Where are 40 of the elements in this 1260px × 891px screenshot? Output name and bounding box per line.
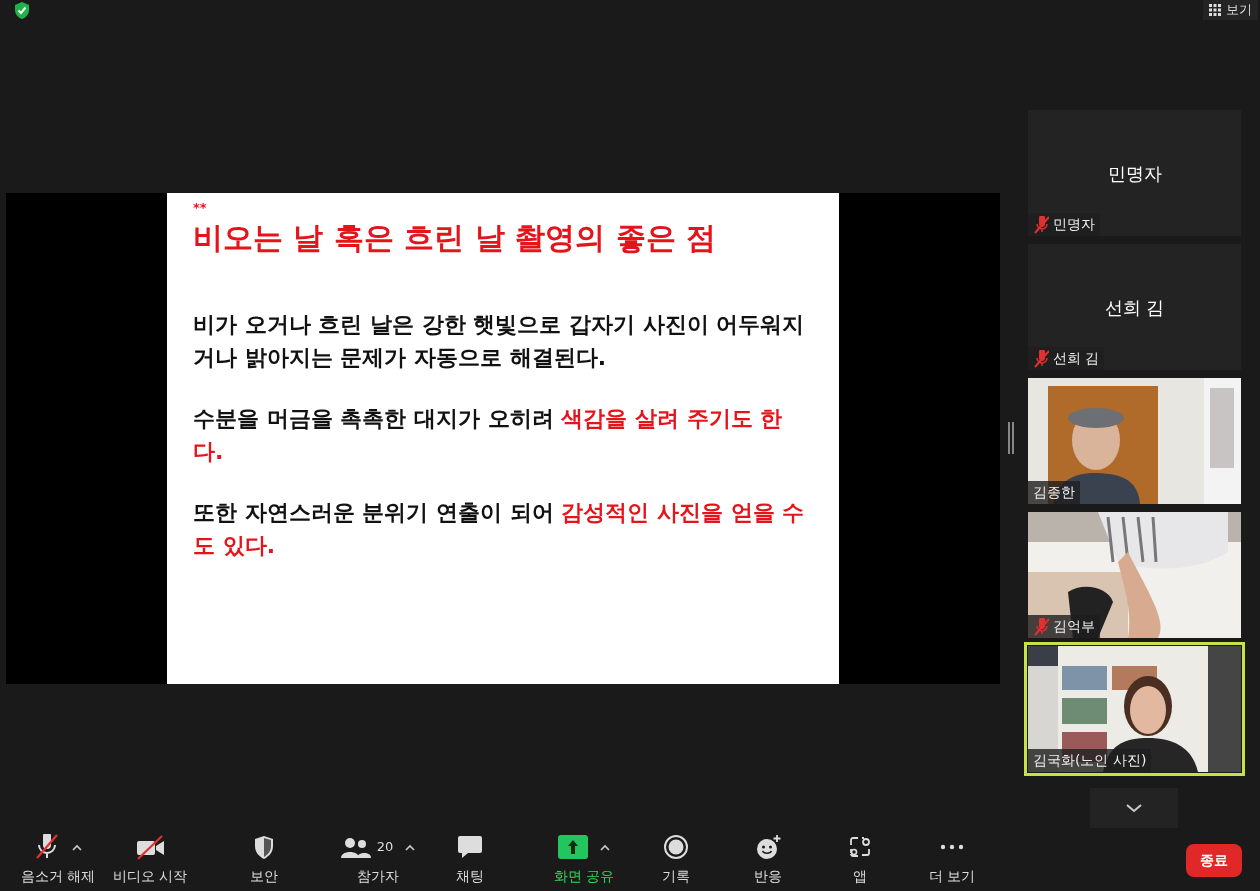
toolbar-button[interactable]: 20 참가자 (332, 834, 424, 887)
slide-marker: ** (193, 201, 208, 214)
toolbar-button[interactable]: 음소거 해제 (12, 834, 104, 887)
name-label: 민명자 (1028, 213, 1100, 236)
participant-name: 선희 김 (1104, 295, 1165, 320)
participant-name: 민명자 (1107, 161, 1162, 186)
chat-bubble-icon (457, 835, 483, 859)
slide-paragraph: 수분을 머금을 촉촉한 대지가 오히려 색감을 살려 주기도 한다. (193, 405, 784, 466)
name-label: 김억부 (1028, 615, 1100, 638)
view-button[interactable]: 보기 (1203, 0, 1258, 20)
toolbar-button[interactable]: 보안 (218, 834, 310, 887)
end-meeting-button[interactable]: 종료 (1186, 844, 1242, 877)
participant-count: 20 (376, 838, 394, 857)
share-screen-icon (558, 835, 588, 859)
toolbar-button[interactable]: 채팅 (424, 834, 516, 887)
slide-title: 비오는 날 혹은 흐린 날 촬영의 좋은 점 (193, 220, 718, 256)
shield-icon (253, 834, 275, 860)
toolbar-button[interactable]: 화면 공유 (538, 834, 630, 887)
apps-icon (850, 837, 870, 857)
smiley-plus-icon (755, 835, 781, 859)
slide-paragraph: 또한 자연스러운 분위기 연출이 되어 감성적인 사진을 얻을 수도 있다. (193, 499, 806, 560)
caret-icon[interactable] (600, 843, 610, 851)
toolbar-button[interactable]: 비디오 시작 (104, 834, 196, 887)
name-label: 김국화(노인 사진) (1028, 749, 1152, 772)
chevron-down-icon (1126, 803, 1142, 813)
toolbar-button[interactable]: 더 보기 (906, 834, 998, 887)
name-label: 선희 김 (1028, 347, 1105, 370)
toolbar-button[interactable]: 앱 (814, 834, 906, 887)
people-icon (340, 835, 371, 859)
caret-icon[interactable] (72, 843, 82, 851)
record-icon (664, 835, 688, 859)
toolbar-button[interactable]: 반응 (722, 834, 814, 887)
name-label: 김종한 (1028, 481, 1080, 504)
toolbar-button[interactable]: 기록 (630, 834, 722, 887)
slide-paragraph: 비가 오거나 흐린 날은 강한 햇빛으로 갑자기 사진이 어두워지거나 밝아지는 문제가 자동으로 해결된다. (193, 311, 806, 372)
shield-icon[interactable] (13, 1, 31, 20)
caret-icon[interactable] (405, 843, 416, 851)
splitter-handle[interactable] (1008, 422, 1014, 454)
more-dots-icon (940, 844, 964, 850)
grid-icon (1209, 4, 1221, 16)
